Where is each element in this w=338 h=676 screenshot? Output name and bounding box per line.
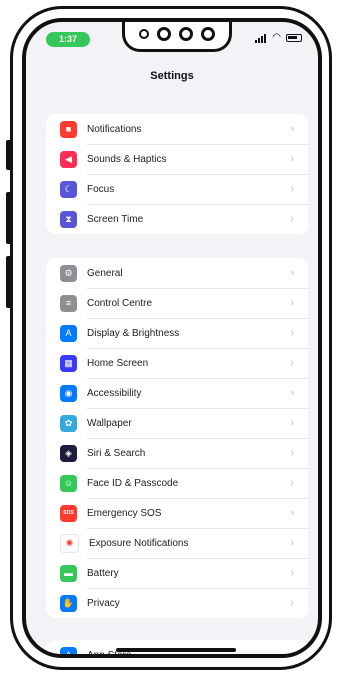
chevron-right-icon: › <box>290 417 294 429</box>
app-store-icon: A <box>60 646 77 654</box>
sensor-icon <box>201 26 215 41</box>
chevron-right-icon: › <box>290 507 294 519</box>
chevron-right-icon: › <box>290 297 294 309</box>
toggles-icon: ≡ <box>60 294 77 312</box>
settings-row-label: Home Screen <box>87 357 149 369</box>
chevron-right-icon: › <box>290 477 294 489</box>
settings-row-home-screen[interactable]: ▦ Home Screen › <box>46 348 308 378</box>
chevron-right-icon: › <box>290 537 294 549</box>
page-title: Settings <box>150 70 194 82</box>
settings-row-emergency-sos[interactable]: SOS Emergency SOS › <box>46 498 308 528</box>
settings-row-label: Siri & Search <box>87 447 146 459</box>
settings-row-focus[interactable]: ☾ Focus › <box>46 174 308 204</box>
exposure-icon: ✺ <box>60 533 79 553</box>
chevron-right-icon: › <box>290 357 294 369</box>
settings-row-control-centre[interactable]: ≡ Control Centre › <box>46 288 308 318</box>
settings-row-battery[interactable]: ▬ Battery › <box>46 558 308 588</box>
settings-row-label: Face ID & Passcode <box>87 477 179 489</box>
camera-icon <box>139 28 149 39</box>
sensor-icon <box>157 26 171 41</box>
flower-icon: ✿ <box>60 414 77 432</box>
hourglass-icon: ⧗ <box>60 210 77 228</box>
settings-row-label: Wallpaper <box>87 417 132 429</box>
settings-row-label: Display & Brightness <box>87 327 180 339</box>
settings-row-general[interactable]: ⚙ General › <box>46 258 308 288</box>
status-time[interactable]: 1:37 <box>46 32 90 47</box>
settings-row-privacy[interactable]: ✋ Privacy › <box>46 588 308 618</box>
settings-row-notifications[interactable]: ■ Notifications › <box>46 114 308 144</box>
sensor-icon <box>179 26 193 41</box>
chevron-right-icon: › <box>290 387 294 399</box>
chevron-right-icon: › <box>290 153 294 165</box>
chevron-right-icon: › <box>290 123 294 135</box>
settings-row-sounds-and-haptics[interactable]: ◀ Sounds & Haptics › <box>46 144 308 174</box>
settings-row-label: General <box>87 267 123 279</box>
status-icons: ◠ <box>255 33 302 43</box>
settings-row-face-id-and-passcode[interactable]: ☺ Face ID & Passcode › <box>46 468 308 498</box>
settings-row-accessibility[interactable]: ◉ Accessibility › <box>46 378 308 408</box>
text-size-icon: A <box>60 324 77 342</box>
phone-screen: 1:37 ◠ Settings ■ Notifications › ◀ Sounds &… <box>22 18 322 658</box>
settings-row-exposure-notifications[interactable]: ✺ Exposure Notifications › <box>46 528 308 558</box>
settings-row-label: Privacy <box>87 597 120 609</box>
chevron-right-icon: › <box>290 183 294 195</box>
wifi-icon: ◠ <box>272 32 281 43</box>
settings-row-label: Focus <box>87 183 115 195</box>
chevron-right-icon: › <box>290 447 294 459</box>
settings-row-screen-time[interactable]: ⧗ Screen Time › <box>46 204 308 234</box>
chevron-right-icon: › <box>290 327 294 339</box>
settings-row-label: Sounds & Haptics <box>87 153 167 165</box>
settings-row-wallpaper[interactable]: ✿ Wallpaper › <box>46 408 308 438</box>
bell-icon: ■ <box>60 120 77 138</box>
settings-row-label: Screen Time <box>87 213 144 225</box>
chevron-right-icon: › <box>290 213 294 225</box>
settings-row-label: Battery <box>87 567 119 579</box>
grid-icon: ▦ <box>60 354 77 372</box>
moon-icon: ☾ <box>60 180 77 198</box>
accessibility-icon: ◉ <box>60 384 77 402</box>
home-indicator[interactable] <box>116 648 236 652</box>
face-id-icon: ☺ <box>60 474 77 492</box>
settings-group: ⚙ General › ≡ Control Centre › A Display & Brig… <box>46 258 308 618</box>
signal-icon <box>255 33 267 43</box>
battery-icon: ▬ <box>60 564 77 582</box>
phone-mockup: 1:37 ◠ Settings ■ Notifications › ◀ Sounds &… <box>0 0 338 676</box>
settings-row-label: Emergency SOS <box>87 507 162 519</box>
chevron-right-icon: › <box>290 597 294 609</box>
chevron-right-icon: › <box>290 267 294 279</box>
settings-row-label: Control Centre <box>87 297 153 309</box>
settings-row-display-and-brightness[interactable]: A Display & Brightness › <box>46 318 308 348</box>
settings-group: ■ Notifications › ◀ Sounds & Haptics › ☾ Focus ›… <box>46 114 308 234</box>
hand-icon: ✋ <box>60 594 77 612</box>
settings-row-label: Accessibility <box>87 387 142 399</box>
settings-row-label: Notifications <box>87 123 142 135</box>
siri-icon: ◈ <box>60 444 77 462</box>
sos-icon: SOS <box>60 504 77 522</box>
speaker-icon: ◀ <box>60 150 77 168</box>
settings-row-label: Exposure Notifications <box>89 537 189 549</box>
gear-icon: ⚙ <box>60 264 77 282</box>
battery-status-icon <box>286 34 302 42</box>
settings-row-siri-and-search[interactable]: ◈ Siri & Search › <box>46 438 308 468</box>
notch <box>122 22 232 52</box>
chevron-right-icon: › <box>290 567 294 579</box>
